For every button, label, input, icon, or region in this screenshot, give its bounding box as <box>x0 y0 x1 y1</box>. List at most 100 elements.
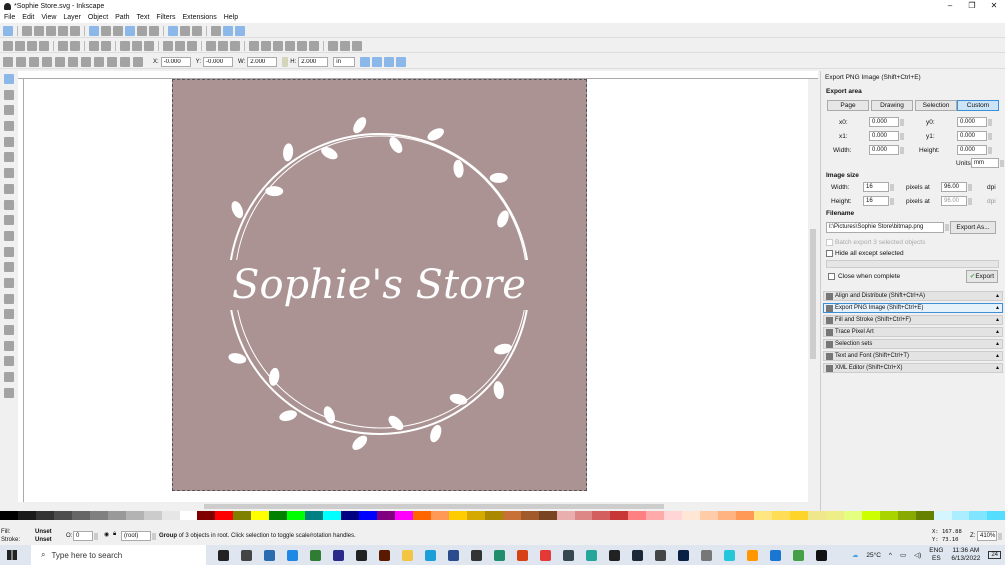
document-properties-icon[interactable] <box>352 40 362 51</box>
weather-temp[interactable]: 25°C <box>866 552 881 559</box>
cortana-icon[interactable] <box>218 549 229 561</box>
dock-selection[interactable]: Selection sets <box>823 339 1003 349</box>
y1-input[interactable]: 0.000 <box>957 131 992 141</box>
preferences-icon[interactable] <box>340 40 350 51</box>
notifications-icon[interactable]: 24 <box>988 551 1001 559</box>
palette-swatch[interactable] <box>107 511 126 520</box>
fill-stroke-icon[interactable] <box>273 40 283 51</box>
snap-text-baseline-icon[interactable] <box>192 25 202 36</box>
dock-trace[interactable]: Trace Pixel Art <box>823 327 1003 337</box>
menu-help[interactable]: Help <box>224 14 238 21</box>
layer-select[interactable]: (root) <box>121 531 156 541</box>
minimize-button[interactable]: – <box>939 0 961 12</box>
ellipse-tool-icon[interactable] <box>3 183 14 194</box>
page-button[interactable]: Page <box>827 100 869 111</box>
tweak-tool-icon[interactable] <box>3 105 14 116</box>
store-icon[interactable] <box>264 549 275 561</box>
pen-tool-icon[interactable] <box>3 246 14 257</box>
taskbar-search[interactable]: ⌕ Type here to search <box>31 545 206 565</box>
drawing-button[interactable]: Drawing <box>871 100 913 111</box>
print-icon[interactable] <box>39 40 49 51</box>
lock-icon[interactable]: 🔒︎ <box>113 531 116 538</box>
save-icon[interactable] <box>27 40 37 51</box>
zoom-page-icon[interactable] <box>187 40 197 51</box>
export-as-button[interactable]: Export As... <box>950 221 996 234</box>
app-cyan-icon[interactable] <box>724 549 735 561</box>
palette-swatch[interactable] <box>161 511 180 520</box>
palette-swatch[interactable] <box>771 511 790 520</box>
palette-swatch[interactable] <box>0 511 18 520</box>
snap-bbox-midpoint-icon[interactable] <box>58 25 68 36</box>
palette-swatch[interactable] <box>287 511 306 520</box>
menu-text[interactable]: Text <box>137 14 150 21</box>
file-explorer-icon[interactable] <box>402 549 413 561</box>
steam-icon[interactable] <box>632 549 643 561</box>
connector-tool-icon[interactable] <box>3 387 14 398</box>
menu-edit[interactable]: Edit <box>22 14 34 21</box>
menu-file[interactable]: File <box>4 14 15 21</box>
import-icon[interactable] <box>58 40 68 51</box>
horizontal-ruler[interactable] <box>18 71 818 79</box>
language[interactable]: ENG <box>929 547 943 555</box>
spiral-tool-icon[interactable] <box>3 215 14 226</box>
palette-swatch[interactable] <box>933 511 952 520</box>
palette-swatch[interactable] <box>664 511 683 520</box>
dock-text[interactable]: Text and Font (Shift+Ctrl+T) <box>823 351 1003 361</box>
palette-scrollbar[interactable] <box>0 520 1005 525</box>
chevron-up-icon[interactable]: ^ <box>889 552 892 559</box>
y-input[interactable] <box>203 56 234 67</box>
app-globe-icon[interactable] <box>563 549 574 561</box>
palette-swatch[interactable] <box>215 511 234 520</box>
snap-guide-icon[interactable] <box>235 25 245 36</box>
game-app-icon[interactable] <box>310 549 321 561</box>
color-palette[interactable] <box>0 511 1005 520</box>
group-icon[interactable] <box>218 40 228 51</box>
layers-icon[interactable] <box>297 40 307 51</box>
snap-bbox-icon[interactable] <box>22 25 32 36</box>
palette-swatch[interactable] <box>682 511 701 520</box>
palette-swatch[interactable] <box>251 511 270 520</box>
hide-all-checkbox[interactable] <box>826 250 833 257</box>
vertical-scrollbar[interactable] <box>808 79 818 502</box>
palette-swatch[interactable] <box>179 511 198 520</box>
palette-swatch[interactable] <box>143 511 162 520</box>
scale-stroke-icon[interactable] <box>360 56 371 67</box>
page[interactable]: Sophie's Store <box>172 79 587 491</box>
horizontal-scrollbar[interactable] <box>24 502 818 511</box>
chrome-icon[interactable] <box>540 549 551 561</box>
snap-toggle-icon[interactable] <box>3 25 13 36</box>
snap-path-intersection-icon[interactable] <box>113 25 123 36</box>
audition-icon[interactable] <box>333 549 344 561</box>
palette-swatch[interactable] <box>754 511 772 520</box>
paste-icon[interactable] <box>144 40 154 51</box>
network-icon[interactable]: ▭ <box>900 551 906 559</box>
mail-icon[interactable] <box>287 549 298 561</box>
palette-swatch[interactable] <box>610 511 629 520</box>
height-input[interactable] <box>298 56 329 67</box>
zoom-input[interactable]: 410% <box>977 531 1002 541</box>
lower-icon[interactable] <box>107 56 117 67</box>
palette-swatch[interactable] <box>861 511 880 520</box>
move-patterns-icon[interactable] <box>396 56 407 67</box>
stroke-value[interactable]: Unset <box>35 536 52 544</box>
units-select[interactable]: in <box>333 56 356 67</box>
clock-time[interactable]: 11:36 AM <box>951 547 980 555</box>
palette-swatch[interactable] <box>879 511 898 520</box>
ungroup-icon[interactable] <box>230 40 240 51</box>
snap-smooth-icon[interactable] <box>137 25 147 36</box>
node-editor-icon[interactable] <box>249 40 259 51</box>
undo-icon[interactable] <box>89 40 99 51</box>
palette-swatch[interactable] <box>807 511 826 520</box>
snap-nodes-icon[interactable] <box>89 25 99 36</box>
palette-swatch[interactable] <box>53 511 72 520</box>
opacity-input[interactable]: 0 <box>73 531 98 541</box>
snap-line-midpoint-icon[interactable] <box>149 25 159 36</box>
palette-swatch[interactable] <box>574 511 593 520</box>
xml-editor-icon[interactable] <box>309 40 319 51</box>
3d-box-tool-icon[interactable] <box>3 168 14 179</box>
calligraphy-tool-icon[interactable] <box>3 262 14 273</box>
app-gray-icon[interactable] <box>701 549 712 561</box>
palette-swatch[interactable] <box>305 511 324 520</box>
dock-xml[interactable]: XML Editor (Shift+Ctrl+X) <box>823 363 1003 373</box>
snap-object-midpoint-icon[interactable] <box>168 25 178 36</box>
